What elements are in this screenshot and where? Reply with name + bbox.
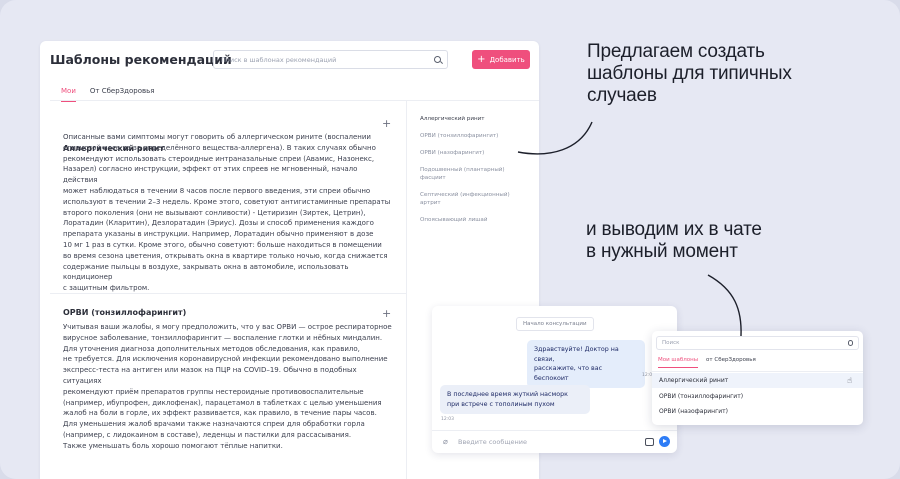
canvas: Шаблоны рекомендаций Поиск в шаблонах ре… <box>0 0 900 479</box>
arrow-to-dropdown <box>707 274 742 337</box>
pointer-arrows <box>517 121 742 337</box>
arrow-to-nav <box>517 121 593 155</box>
